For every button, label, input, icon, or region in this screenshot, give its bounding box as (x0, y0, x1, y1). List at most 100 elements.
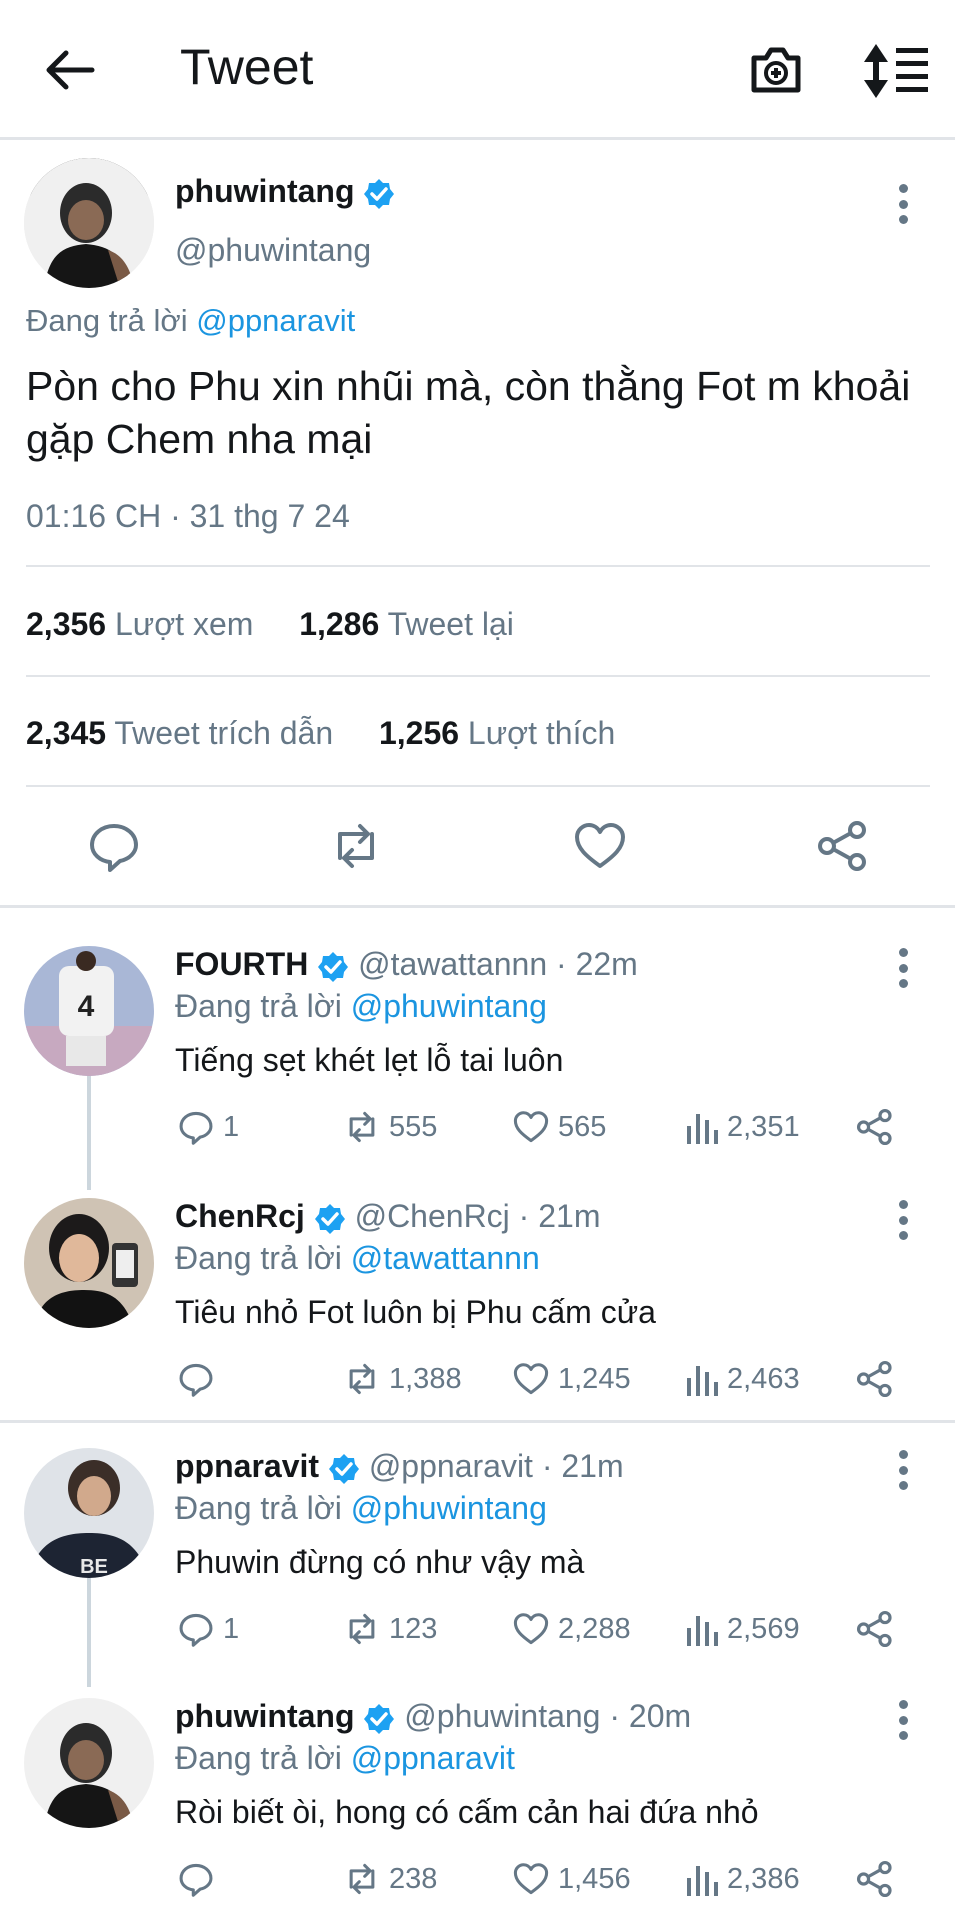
more-icon[interactable] (897, 184, 909, 224)
retweets-label[interactable]: Tweet lại (388, 606, 514, 642)
verified-icon (314, 1203, 345, 1234)
author-name-text[interactable]: phuwintang (175, 173, 355, 209)
reply-icon (179, 1863, 213, 1897)
author-handle[interactable]: @phuwintang (175, 232, 371, 269)
reply-mention[interactable]: @phuwintang (351, 1490, 547, 1526)
views-count: 2,356 (26, 606, 107, 642)
reply-icon (179, 1613, 213, 1647)
avatar[interactable] (24, 1698, 154, 1828)
views-action[interactable]: 2,386 (685, 1856, 800, 1902)
author-handle-time[interactable]: @tawattannn · 22m (358, 946, 638, 982)
verified-icon (364, 1703, 395, 1734)
reply-action[interactable]: 1 (177, 1606, 239, 1652)
retweet-icon[interactable] (328, 818, 384, 874)
retweet-count: 238 (389, 1862, 438, 1895)
share-icon[interactable] (855, 1104, 895, 1150)
share-icon[interactable] (855, 1356, 895, 1402)
like-count: 1,456 (558, 1862, 631, 1895)
reply-count: 1 (223, 1612, 240, 1645)
like-icon (513, 1863, 549, 1895)
quotes-count[interactable]: 2,345 (26, 715, 106, 751)
reply-header: phuwintang @phuwintang · 20m (175, 1698, 691, 1735)
author-name[interactable]: ChenRcj (175, 1198, 305, 1234)
reply-action[interactable] (177, 1856, 223, 1902)
views-action[interactable]: 2,351 (685, 1104, 800, 1150)
like-icon (513, 1111, 549, 1143)
reply-count: 1 (223, 1110, 240, 1143)
share-icon[interactable] (855, 1606, 895, 1652)
author-handle-time[interactable]: @ChenRcj · 21m (355, 1198, 601, 1234)
reply-icon[interactable] (86, 818, 142, 874)
views-action[interactable]: 2,463 (685, 1356, 800, 1402)
retweet-action[interactable]: 555 (343, 1104, 437, 1150)
back-arrow-icon[interactable] (40, 45, 100, 95)
author-name[interactable]: FOURTH (175, 946, 308, 982)
thread-line (87, 1572, 91, 1687)
reply-icon (179, 1363, 213, 1397)
avatar[interactable]: 4 (24, 946, 154, 1076)
views-icon (687, 1114, 718, 1144)
likes-count[interactable]: 1,256 (379, 715, 459, 751)
retweet-action[interactable]: 1,388 (343, 1356, 462, 1402)
more-icon[interactable] (897, 948, 909, 988)
author-name[interactable]: phuwintang (175, 1698, 355, 1734)
like-action[interactable]: 2,288 (512, 1606, 631, 1652)
svg-text:4: 4 (78, 990, 95, 1023)
views-count: 2,351 (727, 1110, 800, 1143)
camera-icon[interactable] (746, 40, 806, 100)
reply-header: ChenRcj @ChenRcj · 21m (175, 1198, 600, 1235)
share-icon[interactable] (815, 818, 871, 874)
more-icon[interactable] (897, 1450, 909, 1490)
retweet-count: 555 (389, 1110, 438, 1143)
more-icon[interactable] (897, 1700, 909, 1740)
avatar[interactable] (24, 1198, 154, 1328)
avatar[interactable]: BE (24, 1448, 154, 1578)
reply-header: FOURTH @tawattannn · 22m (175, 946, 638, 983)
avatar[interactable] (24, 158, 154, 288)
author-handle-time[interactable]: @phuwintang · 20m (404, 1698, 691, 1734)
reply-mention[interactable]: @ppnaravit (351, 1740, 515, 1776)
reply-mention[interactable]: @phuwintang (351, 988, 547, 1024)
reply-mention[interactable]: @ppnaravit (196, 303, 355, 338)
replying-to: Đang trả lời @phuwintang (175, 988, 547, 1025)
reply-action[interactable] (177, 1356, 223, 1402)
like-action[interactable]: 1,456 (512, 1856, 631, 1902)
views-count: 2,569 (727, 1612, 800, 1645)
views-icon (687, 1366, 718, 1396)
views-action[interactable]: 2,569 (685, 1606, 800, 1652)
verified-icon (364, 178, 395, 209)
quotes-label[interactable]: Tweet trích dẫn (114, 715, 333, 751)
reply-action-bar: 1 555 565 2,351 (175, 1104, 915, 1150)
sort-icon[interactable] (862, 42, 932, 100)
divider (26, 565, 930, 567)
more-icon[interactable] (897, 1200, 909, 1240)
retweets-count[interactable]: 1,286 (299, 606, 379, 642)
views-icon (687, 1616, 718, 1646)
like-action[interactable]: 1,245 (512, 1356, 631, 1402)
like-action[interactable]: 565 (512, 1104, 606, 1150)
retweet-action[interactable]: 238 (343, 1856, 437, 1902)
author-name[interactable]: phuwintang (175, 173, 395, 210)
page-title: Tweet (180, 39, 314, 95)
reply-prefix: Đang trả lời (175, 988, 351, 1024)
likes-label[interactable]: Lượt thích (468, 715, 615, 751)
reply-mention[interactable]: @tawattannn (351, 1240, 540, 1276)
reply-action[interactable]: 1 (177, 1104, 239, 1150)
like-icon (513, 1363, 549, 1395)
replying-to: Đang trả lời @phuwintang (175, 1490, 547, 1527)
retweet-action[interactable]: 123 (343, 1606, 437, 1652)
like-count: 565 (558, 1110, 607, 1143)
retweet-icon (349, 1613, 375, 1645)
author-handle-time[interactable]: @ppnaravit · 21m (369, 1448, 624, 1484)
verified-icon (328, 1453, 359, 1484)
replying-to: Đang trả lời @ppnaravit (26, 303, 355, 339)
author-name[interactable]: ppnaravit (175, 1448, 319, 1484)
section-divider (0, 905, 955, 908)
retweet-count: 123 (389, 1612, 438, 1645)
share-icon[interactable] (855, 1856, 895, 1902)
top-bar: Tweet (0, 0, 955, 140)
like-icon[interactable] (572, 818, 628, 874)
tweet-text: Pòn cho Phu xin nhũi mà, còn thằng Fot m… (26, 363, 911, 462)
retweet-icon (349, 1111, 375, 1143)
reply-prefix: Đang trả lời (26, 303, 197, 338)
